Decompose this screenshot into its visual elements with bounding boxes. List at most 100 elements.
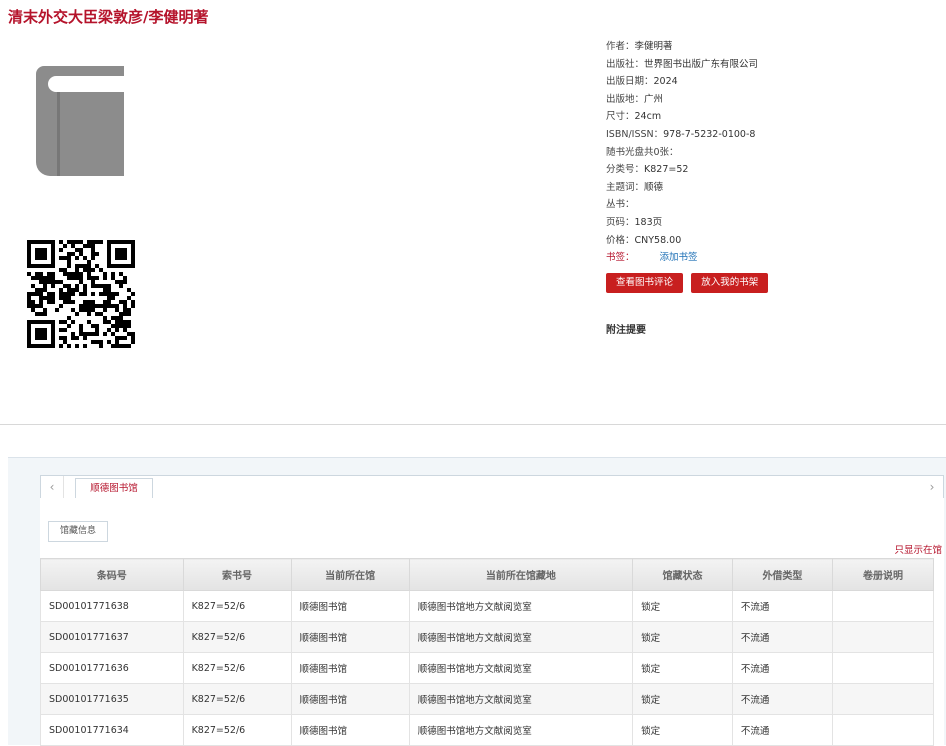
- table-cell: [832, 714, 934, 746]
- holdings-table: 条码号 索书号 当前所在馆 当前所在馆藏地 馆藏状态 外借类型 卷册说明 SD0010177…: [40, 558, 934, 746]
- table-cell: 锁定: [632, 590, 733, 622]
- detail-label: 尺寸：: [606, 111, 635, 123]
- detail-row: 价格：CNY58.00: [606, 232, 936, 250]
- detail-row: 随书光盘共0张：: [606, 144, 936, 162]
- table-cell: 锁定: [632, 621, 733, 653]
- qr-code: [27, 240, 135, 348]
- detail-label: 出版日期：: [606, 76, 654, 88]
- detail-value: 2024: [653, 76, 678, 88]
- table-cell: 顺德图书馆地方文献阅览室: [408, 683, 634, 715]
- column-header: 馆藏状态: [632, 558, 733, 591]
- table-cell: 顺德图书馆地方文献阅览室: [408, 714, 634, 746]
- table-cell: 顺德图书馆: [290, 683, 410, 715]
- detail-value: 183页: [634, 216, 663, 228]
- detail-value: 广州: [644, 93, 664, 105]
- table-cell: K827=52/6: [182, 714, 292, 746]
- table-cell: SD00101771638: [40, 590, 184, 622]
- detail-row: 作者：李健明著: [606, 38, 936, 56]
- table-cell: SD00101771637: [40, 621, 184, 653]
- column-header: 卷册说明: [832, 558, 934, 591]
- holdings-content: 馆藏信息 只显示在馆 条码号 索书号 当前所在馆 当前所在馆藏地 馆藏状态 外借类型 卷册说…: [40, 498, 944, 746]
- table-cell: K827=52/6: [182, 652, 292, 684]
- add-to-shelf-button[interactable]: 放入我的书架: [691, 272, 769, 293]
- detail-row: 尺寸：24cm: [606, 108, 936, 126]
- table-cell: K827=52/6: [182, 590, 292, 622]
- table-cell: 顺德图书馆地方文献阅览室: [408, 652, 634, 684]
- table-cell: [832, 590, 934, 622]
- tab-holdings-info[interactable]: 馆藏信息: [48, 521, 108, 542]
- table-cell: [832, 652, 934, 684]
- column-header: 索书号: [182, 558, 292, 591]
- detail-value: CNY58.00: [634, 234, 682, 246]
- table-cell: SD00101771636: [40, 652, 184, 684]
- table-cell: 不流通: [731, 714, 834, 746]
- table-row: SD00101771636 K827=52/6 顺德图书馆 顺德图书馆地方文献阅览室锁…: [40, 652, 934, 684]
- holdings-panel: ‹ 顺德图书馆 › 馆藏信息 只显示在馆 条码号 索书号 当前所在馆 当前所在馆藏地馆…: [8, 457, 946, 746]
- table-cell: 锁定: [632, 714, 733, 746]
- tab-scroll-left-icon[interactable]: ‹: [41, 476, 64, 498]
- detail-label: 丛书：: [606, 199, 635, 211]
- table-row: SD00101771637 K827=52/6 顺德图书馆 顺德图书馆地方文献阅览室锁…: [40, 621, 934, 653]
- detail-label: 作者：: [606, 41, 635, 52]
- detail-row: 丛书：: [606, 196, 936, 214]
- detail-row: 出版地：广州: [606, 91, 936, 109]
- bookmark-label: 书签：: [606, 252, 635, 264]
- column-header: 条码号: [40, 558, 184, 591]
- only-show-available-link[interactable]: 只显示在馆: [894, 542, 942, 556]
- detail-row: 主题词：顺德: [606, 179, 936, 197]
- table-cell: 不流通: [731, 590, 834, 622]
- detail-value: 世界图书出版广东有限公司: [644, 58, 759, 70]
- table-cell: K827=52/6: [182, 621, 292, 653]
- detail-label: 主题词：: [606, 181, 645, 193]
- detail-row: ISBN/ISSN：978-7-5232-0100-8: [606, 126, 936, 144]
- detail-value: 978-7-5232-0100-8: [663, 128, 756, 140]
- table-cell: 顺德图书馆: [290, 714, 410, 746]
- view-reviews-button[interactable]: 查看图书评论: [606, 272, 684, 293]
- table-cell: 锁定: [632, 652, 733, 684]
- detail-label: 随书光盘共0张：: [606, 146, 679, 158]
- detail-row: 页码：183页: [606, 214, 936, 232]
- column-header: 外借类型: [731, 558, 834, 591]
- table-cell: 顺德图书馆: [290, 621, 410, 653]
- notes-heading: 附注提要: [606, 324, 646, 336]
- book-title: 清末外交大臣梁敦彦/李健明著: [8, 8, 209, 26]
- detail-row: 分类号：K827=52: [606, 161, 936, 179]
- add-bookmark-link[interactable]: 添加书签: [660, 252, 698, 263]
- detail-label: 出版社：: [606, 58, 645, 70]
- detail-value: 顺德: [644, 181, 664, 193]
- detail-value: 24cm: [634, 111, 662, 123]
- detail-label: 价格：: [606, 234, 635, 246]
- table-cell: 顺德图书馆地方文献阅览室: [408, 621, 634, 653]
- table-row: SD00101771634 K827=52/6 顺德图书馆 顺德图书馆地方文献阅览室锁…: [40, 714, 934, 746]
- book-details: 作者：李健明著 出版社：世界图书出版广东有限公司 出版日期：2024 出版地：广州 尺寸…: [606, 38, 936, 336]
- detail-row: 出版社：世界图书出版广东有限公司: [606, 56, 936, 74]
- detail-label: 分类号：: [606, 164, 645, 176]
- table-cell: SD00101771635: [40, 683, 184, 715]
- divider: [0, 424, 946, 425]
- table-cell: [832, 683, 934, 715]
- detail-value: 李健明著: [634, 41, 673, 52]
- table-cell: 锁定: [632, 683, 733, 715]
- tab-library[interactable]: 顺德图书馆: [75, 478, 153, 499]
- book-cover-icon: [36, 66, 124, 176]
- detail-value: K827=52: [644, 164, 689, 176]
- detail-label: 出版地：: [606, 93, 645, 105]
- detail-row: 出版日期：2024: [606, 73, 936, 91]
- table-row: SD00101771635 K827=52/6 顺德图书馆 顺德图书馆地方文献阅览室锁…: [40, 683, 934, 715]
- table-cell: 顺德图书馆: [290, 652, 410, 684]
- column-header: 当前所在馆藏地: [408, 558, 634, 591]
- table-cell: 不流通: [731, 652, 834, 684]
- detail-label: 页码：: [606, 216, 635, 228]
- bookmark-row: 书签： 添加书签: [606, 249, 936, 267]
- table-cell: 顺德图书馆地方文献阅览室: [408, 590, 634, 622]
- table-row: SD00101771638 K827=52/6 顺德图书馆 顺德图书馆地方文献阅览室锁…: [40, 590, 934, 622]
- table-cell: 不流通: [731, 621, 834, 653]
- table-cell: 顺德图书馆: [290, 590, 410, 622]
- tab-scroll-right-icon[interactable]: ›: [921, 476, 943, 498]
- table-cell: [832, 621, 934, 653]
- table-cell: 不流通: [731, 683, 834, 715]
- table-cell: K827=52/6: [182, 683, 292, 715]
- detail-label: ISBN/ISSN：: [606, 128, 664, 140]
- table-cell: SD00101771634: [40, 714, 184, 746]
- library-tab-bar: ‹ 顺德图书馆 ›: [40, 475, 944, 499]
